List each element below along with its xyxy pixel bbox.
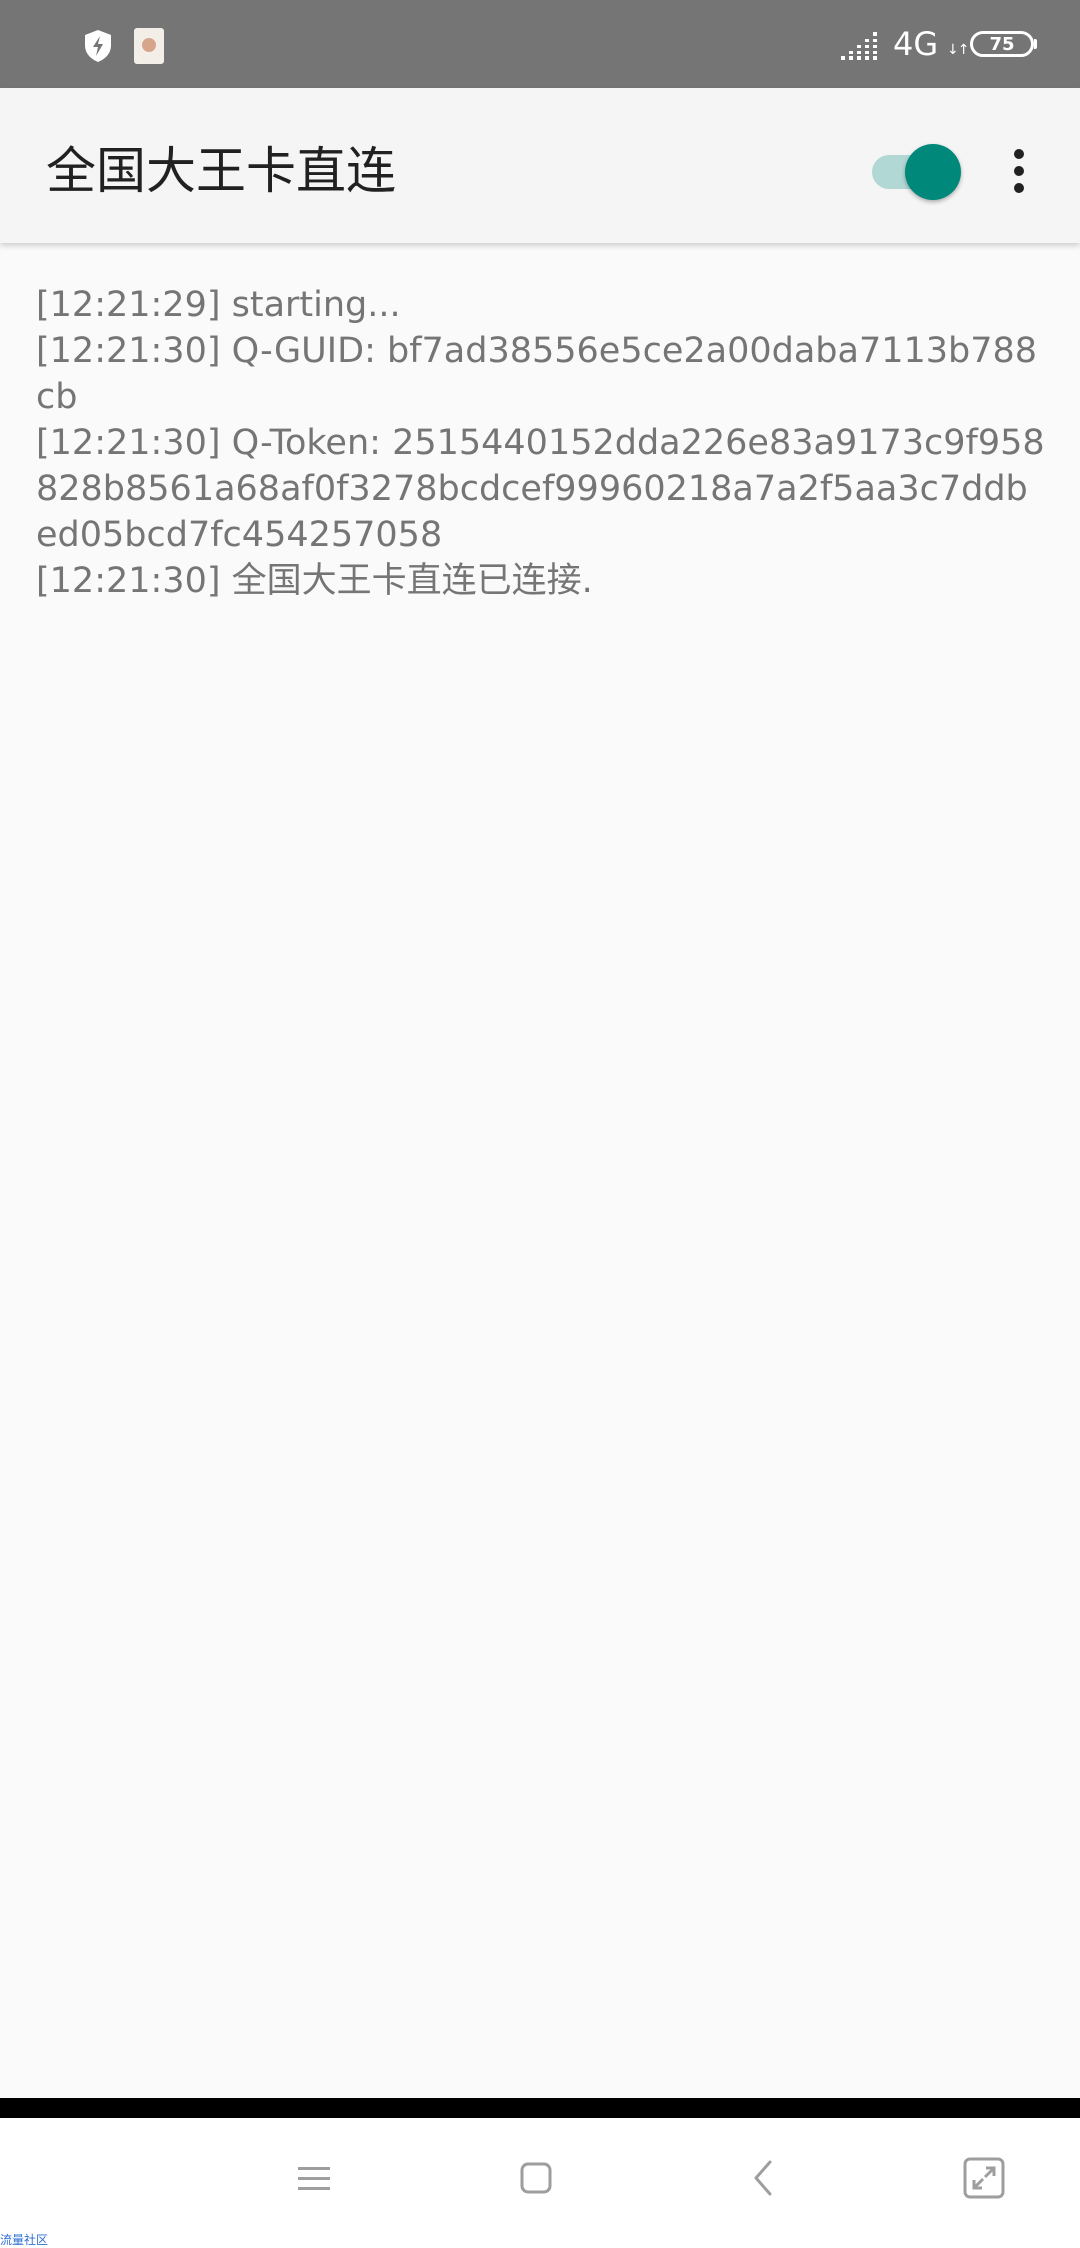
fullscreen-icon[interactable] (956, 2150, 1012, 2206)
log-line: [12:21:30] 全国大王卡直连已连接. (36, 561, 593, 601)
watermark: 流量社区 (0, 2233, 49, 2247)
log-line: [12:21:30] Q-Token: 2515440152dda226e83a… (36, 423, 1045, 555)
log-line: [12:21:29] starting... (36, 285, 401, 325)
log-output: [12:21:29] starting... [12:21:30] Q-GUID… (36, 282, 1046, 604)
shield-bolt-icon (85, 30, 111, 62)
home-icon[interactable] (508, 2150, 564, 2206)
menu-icon[interactable] (286, 2150, 342, 2206)
toggle-thumb (905, 144, 961, 200)
app-bar: 全国大王卡直连 (0, 88, 1080, 243)
battery-level: 75 (989, 33, 1015, 55)
network-activity-icon: ↓↑ (947, 42, 969, 58)
status-bar: 4G ↓↑ 75 (0, 0, 1080, 88)
navigation-bar (0, 2118, 1080, 2248)
network-type: 4G (893, 25, 939, 63)
more-vert-icon[interactable] (1000, 136, 1038, 206)
back-icon[interactable] (736, 2150, 792, 2206)
app-title: 全国大王卡直连 (46, 142, 396, 200)
battery-tip (1034, 39, 1037, 49)
app-notification-icon (134, 28, 164, 64)
signal-icon (840, 32, 880, 60)
battery-icon: 75 (970, 31, 1034, 57)
nav-divider (0, 2098, 1080, 2118)
log-line: [12:21:30] Q-GUID: bf7ad38556e5ce2a00dab… (36, 331, 1038, 417)
connection-toggle[interactable] (870, 138, 961, 202)
